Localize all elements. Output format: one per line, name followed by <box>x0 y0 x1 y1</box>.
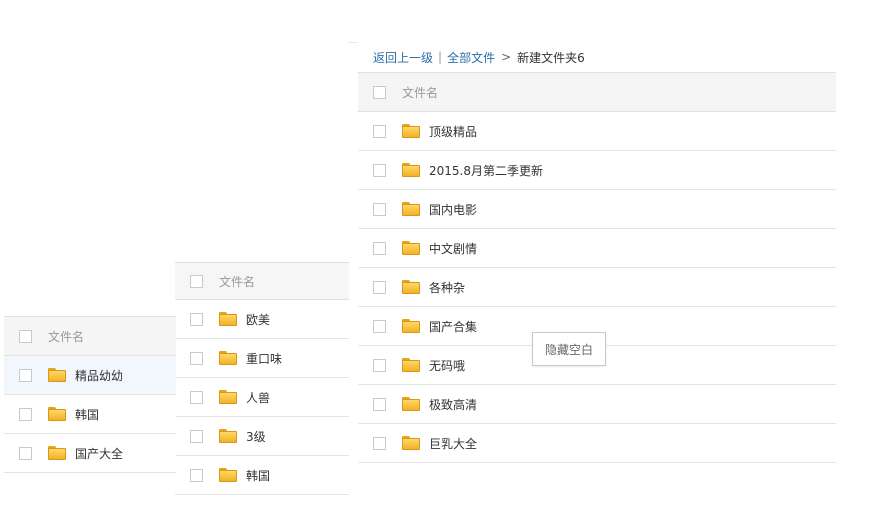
folder-name-link[interactable]: 国产大全 <box>75 445 123 462</box>
folder-row[interactable]: 中文剧情 <box>358 229 836 268</box>
row-checkbox[interactable] <box>373 319 386 333</box>
folder-icon <box>402 358 420 372</box>
folder-row[interactable]: 人兽 <box>175 378 349 417</box>
folder-icon <box>48 368 66 382</box>
breadcrumb-all-files-link[interactable]: 全部文件 <box>447 49 495 66</box>
row-checkbox[interactable] <box>373 397 386 411</box>
row-checkbox[interactable] <box>19 368 32 382</box>
folder-icon <box>402 202 420 216</box>
folder-row[interactable]: 国内电影 <box>358 190 836 229</box>
folder-row[interactable]: 韩国 <box>4 395 176 434</box>
folder-icon <box>402 319 420 333</box>
row-checkbox[interactable] <box>373 358 386 372</box>
folder-row[interactable]: 精品幼幼 <box>4 356 176 395</box>
list-header: 文件名 <box>358 72 836 112</box>
column-header-filename[interactable]: 文件名 <box>219 273 255 290</box>
folder-row[interactable]: 重口味 <box>175 339 349 378</box>
row-checkbox[interactable] <box>190 351 203 365</box>
folder-icon <box>219 468 237 482</box>
folder-icon <box>219 312 237 326</box>
row-checkbox[interactable] <box>19 407 32 421</box>
folder-icon <box>219 351 237 365</box>
folder-name-link[interactable]: 各种杂 <box>429 279 465 296</box>
folder-name-link[interactable]: 2015.8月第二季更新 <box>429 162 543 179</box>
column-header-filename[interactable]: 文件名 <box>48 328 84 345</box>
folder-name-link[interactable]: 人兽 <box>246 389 270 406</box>
folder-row[interactable]: 3级 <box>175 417 349 456</box>
row-checkbox[interactable] <box>373 241 386 255</box>
folder-row[interactable]: 顶级精品 <box>358 112 836 151</box>
folder-icon <box>402 280 420 294</box>
column-header-filename[interactable]: 文件名 <box>402 84 438 101</box>
folder-name-link[interactable]: 巨乳大全 <box>429 435 477 452</box>
folder-name-link[interactable]: 欧美 <box>246 311 270 328</box>
list-header: 文件名 <box>175 262 349 300</box>
breadcrumb: 返回上一级 | 全部文件 > 新建文件夹6 <box>358 42 836 72</box>
select-all-checkbox[interactable] <box>373 85 386 99</box>
breadcrumb-arrow: > <box>501 50 512 64</box>
file-list-panel-left: 文件名 精品幼幼韩国国产大全 <box>4 316 176 473</box>
folder-icon <box>402 436 420 450</box>
folder-icon <box>219 429 237 443</box>
folder-name-link[interactable]: 国产合集 <box>429 318 477 335</box>
folder-row[interactable]: 欧美 <box>175 300 349 339</box>
select-all-checkbox[interactable] <box>190 274 203 288</box>
folder-row[interactable]: 极致高清 <box>358 385 836 424</box>
folder-row[interactable]: 各种杂 <box>358 268 836 307</box>
folder-row[interactable]: 2015.8月第二季更新 <box>358 151 836 190</box>
row-checkbox[interactable] <box>373 202 386 216</box>
folder-icon <box>402 124 420 138</box>
folder-name-link[interactable]: 3级 <box>246 428 266 445</box>
breadcrumb-back-link[interactable]: 返回上一级 <box>373 49 433 66</box>
folder-icon <box>402 241 420 255</box>
folder-icon <box>48 446 66 460</box>
row-checkbox[interactable] <box>190 390 203 404</box>
folder-name-link[interactable]: 顶级精品 <box>429 123 477 140</box>
folder-row[interactable]: 国产大全 <box>4 434 176 473</box>
folder-name-link[interactable]: 中文剧情 <box>429 240 477 257</box>
row-checkbox[interactable] <box>373 280 386 294</box>
breadcrumb-current-folder: 新建文件夹6 <box>517 50 585 65</box>
folder-name-link[interactable]: 韩国 <box>246 467 270 484</box>
folder-name-link[interactable]: 无码哦 <box>429 357 465 374</box>
row-checkbox[interactable] <box>190 312 203 326</box>
folder-name-link[interactable]: 精品幼幼 <box>75 367 123 384</box>
row-checkbox[interactable] <box>373 124 386 138</box>
row-checkbox[interactable] <box>190 468 203 482</box>
row-checkbox[interactable] <box>19 446 32 460</box>
list-header: 文件名 <box>4 316 176 356</box>
breadcrumb-separator: | <box>438 50 443 64</box>
file-list-panel-middle: 文件名 欧美重口味人兽 3级韩国 <box>175 262 349 495</box>
row-checkbox[interactable] <box>373 436 386 450</box>
folder-icon <box>402 397 420 411</box>
folder-row[interactable]: 韩国 <box>175 456 349 495</box>
row-checkbox[interactable] <box>373 163 386 177</box>
folder-name-link[interactable]: 重口味 <box>246 350 282 367</box>
folder-icon <box>402 163 420 177</box>
folder-name-link[interactable]: 韩国 <box>75 406 99 423</box>
file-list-panel-main: 返回上一级 | 全部文件 > 新建文件夹6 文件名 顶级精品 2015.8月第二季… <box>358 42 836 463</box>
folder-icon <box>219 390 237 404</box>
folder-name-link[interactable]: 国内电影 <box>429 201 477 218</box>
row-checkbox[interactable] <box>190 429 203 443</box>
folder-row[interactable]: 巨乳大全 <box>358 424 836 463</box>
folder-icon <box>48 407 66 421</box>
folder-name-link[interactable]: 极致高清 <box>429 396 477 413</box>
hide-blank-button[interactable]: 隐藏空白 <box>532 332 606 366</box>
select-all-checkbox[interactable] <box>19 329 32 343</box>
